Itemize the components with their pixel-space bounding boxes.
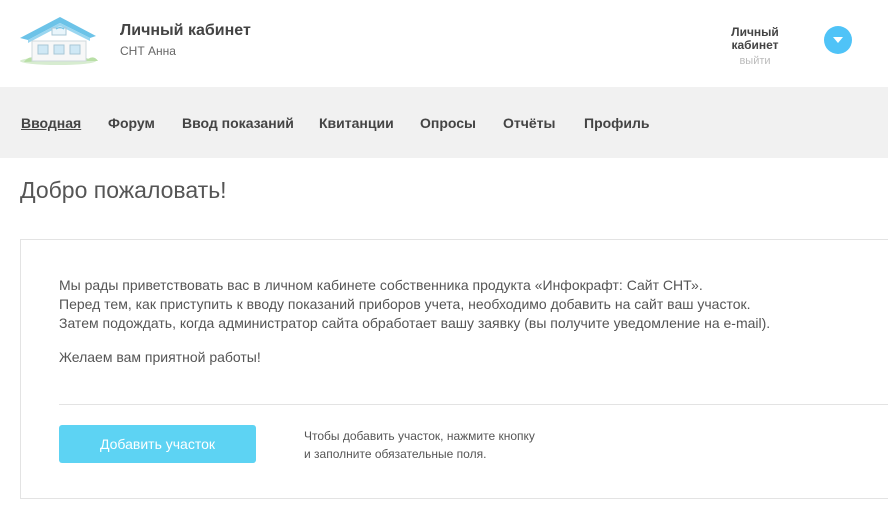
nav-item-receipts[interactable]: Квитанции — [319, 115, 394, 131]
site-title: Личный кабинет — [120, 22, 251, 39]
add-plot-button[interactable]: Добавить участок — [59, 425, 256, 463]
page-title: Добро пожаловать! — [20, 177, 227, 203]
nav-item-reports[interactable]: Отчёты — [503, 115, 555, 131]
logout-link[interactable]: выйти — [716, 55, 794, 67]
main-nav: Вводная Форум Ввод показаний Квитанции О… — [0, 87, 888, 158]
user-block: Личный кабинет выйти — [716, 26, 794, 68]
hint-line: и заполните обязательные поля. — [304, 447, 487, 461]
intro-text: Мы рады приветствовать вас в личном каби… — [59, 276, 770, 333]
nav-item-readings[interactable]: Ввод показаний — [182, 115, 294, 131]
site-subtitle: СНТ Анна — [120, 44, 176, 58]
nav-item-intro[interactable]: Вводная — [21, 115, 81, 131]
nav-item-forum[interactable]: Форум — [108, 115, 155, 131]
intro-line: Затем подождать, когда администратор сай… — [59, 315, 771, 331]
add-plot-hint: Чтобы добавить участок, нажмите кнопку и… — [304, 427, 535, 463]
user-menu-button[interactable] — [824, 26, 852, 54]
site-logo[interactable] — [18, 14, 100, 66]
wish-text: Желаем вам приятной работы! — [59, 349, 261, 365]
nav-item-profile[interactable]: Профиль — [584, 115, 650, 131]
chevron-down-icon — [833, 37, 843, 43]
intro-line: Мы рады приветствовать вас в личном каби… — [59, 277, 703, 293]
welcome-card: Мы рады приветствовать вас в личном каби… — [20, 239, 888, 499]
nav-item-polls[interactable]: Опросы — [420, 115, 476, 131]
user-name-line2[interactable]: кабинет — [716, 39, 794, 52]
header: Личный кабинет СНТ Анна Личный кабинет в… — [0, 0, 888, 87]
hint-line: Чтобы добавить участок, нажмите кнопку — [304, 429, 535, 443]
house-logo-icon — [20, 17, 98, 65]
divider — [59, 404, 888, 405]
intro-line: Перед тем, как приступить к вводу показа… — [59, 296, 751, 312]
